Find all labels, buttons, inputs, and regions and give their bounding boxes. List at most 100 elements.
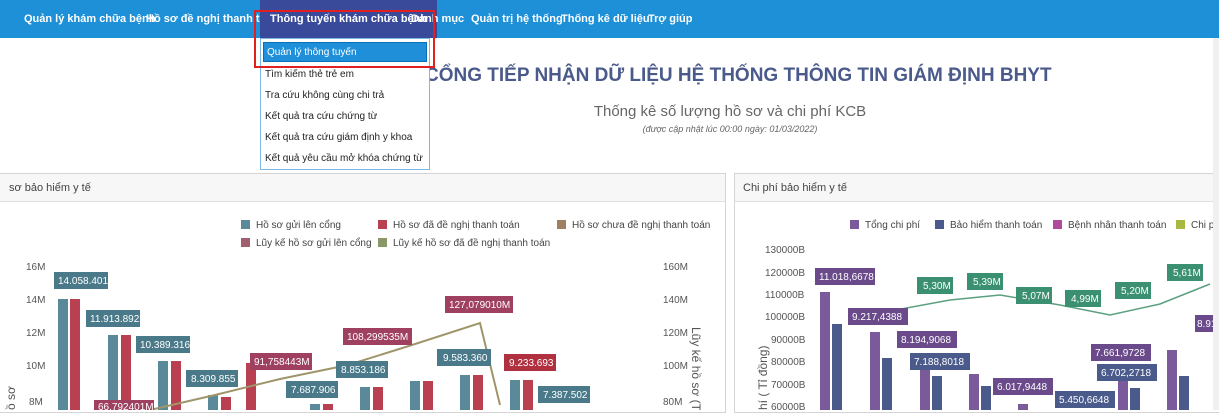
bar <box>310 404 320 410</box>
data-label: 9.233.693 <box>509 358 554 369</box>
data-label: 6.702,2718 <box>1101 368 1151 379</box>
legend-swatch <box>557 220 566 229</box>
data-label: 9.583.360 <box>443 353 488 364</box>
y-tick-label: 16M <box>26 262 45 273</box>
nav-quan-tri[interactable]: Quản trị hệ thống <box>471 0 563 38</box>
y-tick-label: 120000B <box>765 268 805 279</box>
data-label: 7.387.502 <box>543 390 588 401</box>
legend-label: Bệnh nhân thanh toán <box>1068 220 1167 231</box>
bar <box>70 299 80 410</box>
y-tick-label: 130000B <box>765 245 805 256</box>
bar <box>423 381 433 410</box>
y-tick-label: 70000B <box>771 380 806 391</box>
legend-swatch <box>378 220 387 229</box>
y2-tick-label: 80M <box>663 397 682 408</box>
legend-item[interactable]: Hồ sơ gửi lên cổng <box>241 220 341 231</box>
panel-header: Chi phí bảo hiểm y tế <box>735 174 1219 202</box>
data-label: 8.309.855 <box>191 374 236 385</box>
bar <box>1130 388 1140 410</box>
menu-item-ket-qua-giam-dinh-y-khoa[interactable]: Kết quả tra cứu giám định y khoa <box>265 132 412 143</box>
page-subtitle: Thống kê số lượng hồ sơ và chi phí KCB <box>593 103 867 120</box>
right-chart-svg: 130000B 120000B 110000B 100000B 90000B 8… <box>756 245 1213 410</box>
left-chart-svg: 16M 14M 12M 10M 8M 160M 140M 120M 100M 8… <box>4 262 703 410</box>
nav-thong-ke[interactable]: Thống kê dữ liệu <box>561 0 650 38</box>
legend-label: Lũy kế hồ sơ đã đề nghị thanh toán <box>393 238 551 249</box>
y-tick-label: 90000B <box>771 335 806 346</box>
legend-item[interactable]: Chi p <box>1176 220 1214 231</box>
y-tick-label: 14M <box>26 295 45 306</box>
y-tick-label: 100000B <box>765 312 805 323</box>
y2-tick-label: 160M <box>663 262 688 273</box>
legend-swatch <box>241 238 250 247</box>
data-label: 11.913.892 <box>90 314 140 325</box>
data-label: 14.058.401 <box>58 276 108 287</box>
data-label: 7.188,8018 <box>914 357 964 368</box>
y2-tick-label: 120M <box>663 328 688 339</box>
y-tick-label: 110000B <box>765 290 805 301</box>
y-tick-label: 60000B <box>771 402 806 410</box>
bar <box>882 358 892 410</box>
legend-item[interactable]: Hồ sơ chưa đề nghị thanh toán <box>557 220 710 231</box>
menu-item-tra-cuu-khong-cung-chi-tra[interactable]: Tra cứu không cùng chi trả <box>265 90 384 101</box>
data-label: 5,39M <box>973 277 1001 288</box>
data-label: 7.687.906 <box>291 385 336 396</box>
menu-item-ket-qua-tra-cuu-chung-tu[interactable]: Kết quả tra cứu chứng từ <box>265 111 377 122</box>
bar <box>108 335 118 410</box>
data-label: 5,61M <box>1173 268 1201 279</box>
data-label: 5,07M <box>1022 291 1050 302</box>
data-label: 4,99M <box>1071 294 1099 305</box>
data-label: 9.217,4388 <box>852 312 902 323</box>
bar <box>58 299 68 410</box>
data-label: 127,079010M <box>449 300 510 311</box>
legend-label: Tổng chi phí <box>865 220 921 231</box>
legend-item[interactable]: Lũy kế hồ sơ gửi lên cổng <box>241 238 372 249</box>
bar <box>410 381 420 410</box>
legend-item[interactable]: Tổng chi phí <box>850 220 920 231</box>
panel-title: Chi phí bảo hiểm y tế <box>743 182 847 194</box>
nav-kham-chua-benh[interactable]: Quản lý khám chữa bệnh <box>24 0 155 38</box>
bar <box>473 375 483 410</box>
legend-swatch <box>850 220 859 229</box>
data-label: 5,30M <box>923 281 951 292</box>
y-tick-label: 12M <box>26 328 45 339</box>
y2-tick-label: 140M <box>663 295 688 306</box>
legend-label: Lũy kế hồ sơ gửi lên cổng <box>256 238 372 249</box>
bar <box>360 387 370 410</box>
bar <box>373 387 383 410</box>
y2-tick-label: 100M <box>663 361 688 372</box>
y-tick-label: 80000B <box>771 357 806 368</box>
bar <box>121 335 131 410</box>
data-label: 5.450,6648 <box>1059 395 1109 406</box>
legend-item[interactable]: Bảo hiểm thanh toán <box>935 220 1042 231</box>
legend-swatch <box>378 238 387 247</box>
data-label: 11.018,6678 <box>819 272 874 283</box>
legend-swatch <box>935 220 944 229</box>
bar <box>969 374 979 410</box>
legend-item[interactable]: Hồ sơ đã đề nghị thanh toán <box>378 220 520 231</box>
bar <box>1018 404 1028 410</box>
legend-swatch <box>241 220 250 229</box>
y-axis-label: hí ( Tỉ đồng) <box>756 346 770 410</box>
data-label: 8.194,9068 <box>901 335 951 346</box>
data-label: 108,299535M <box>347 332 408 343</box>
data-label: 8.91 <box>1197 319 1213 330</box>
scrollbar[interactable] <box>1213 38 1219 410</box>
data-label: 91,758443M <box>254 357 310 368</box>
bar <box>1167 350 1177 410</box>
bar <box>158 361 168 410</box>
legend-label: Chi p <box>1191 220 1215 231</box>
legend-label: Hồ sơ gửi lên cổng <box>256 220 341 231</box>
menu-item-tim-kiem-the-tre-em[interactable]: Tìm kiếm thẻ trẻ em <box>265 69 354 80</box>
bar <box>820 292 830 410</box>
data-label: 66,792401M <box>98 402 154 410</box>
data-label: 10.389.316 <box>140 340 190 351</box>
y2-axis-label: Lũy kế hồ sơ (T <box>689 327 703 410</box>
legend-item[interactable]: Bệnh nhân thanh toán <box>1053 220 1166 231</box>
menu-item-ket-qua-mo-khoa-chung-tu[interactable]: Kết quả yêu cầu mở khóa chứng từ <box>265 153 423 164</box>
bar <box>523 380 533 410</box>
update-note: (được cập nhật lúc 00:00 ngày: 01/03/202… <box>642 124 818 134</box>
bar <box>932 376 942 410</box>
bar <box>981 386 991 410</box>
nav-tro-giup[interactable]: Trợ giúp <box>648 0 692 38</box>
legend-item[interactable]: Lũy kế hồ sơ đã đề nghị thanh toán <box>378 238 550 249</box>
